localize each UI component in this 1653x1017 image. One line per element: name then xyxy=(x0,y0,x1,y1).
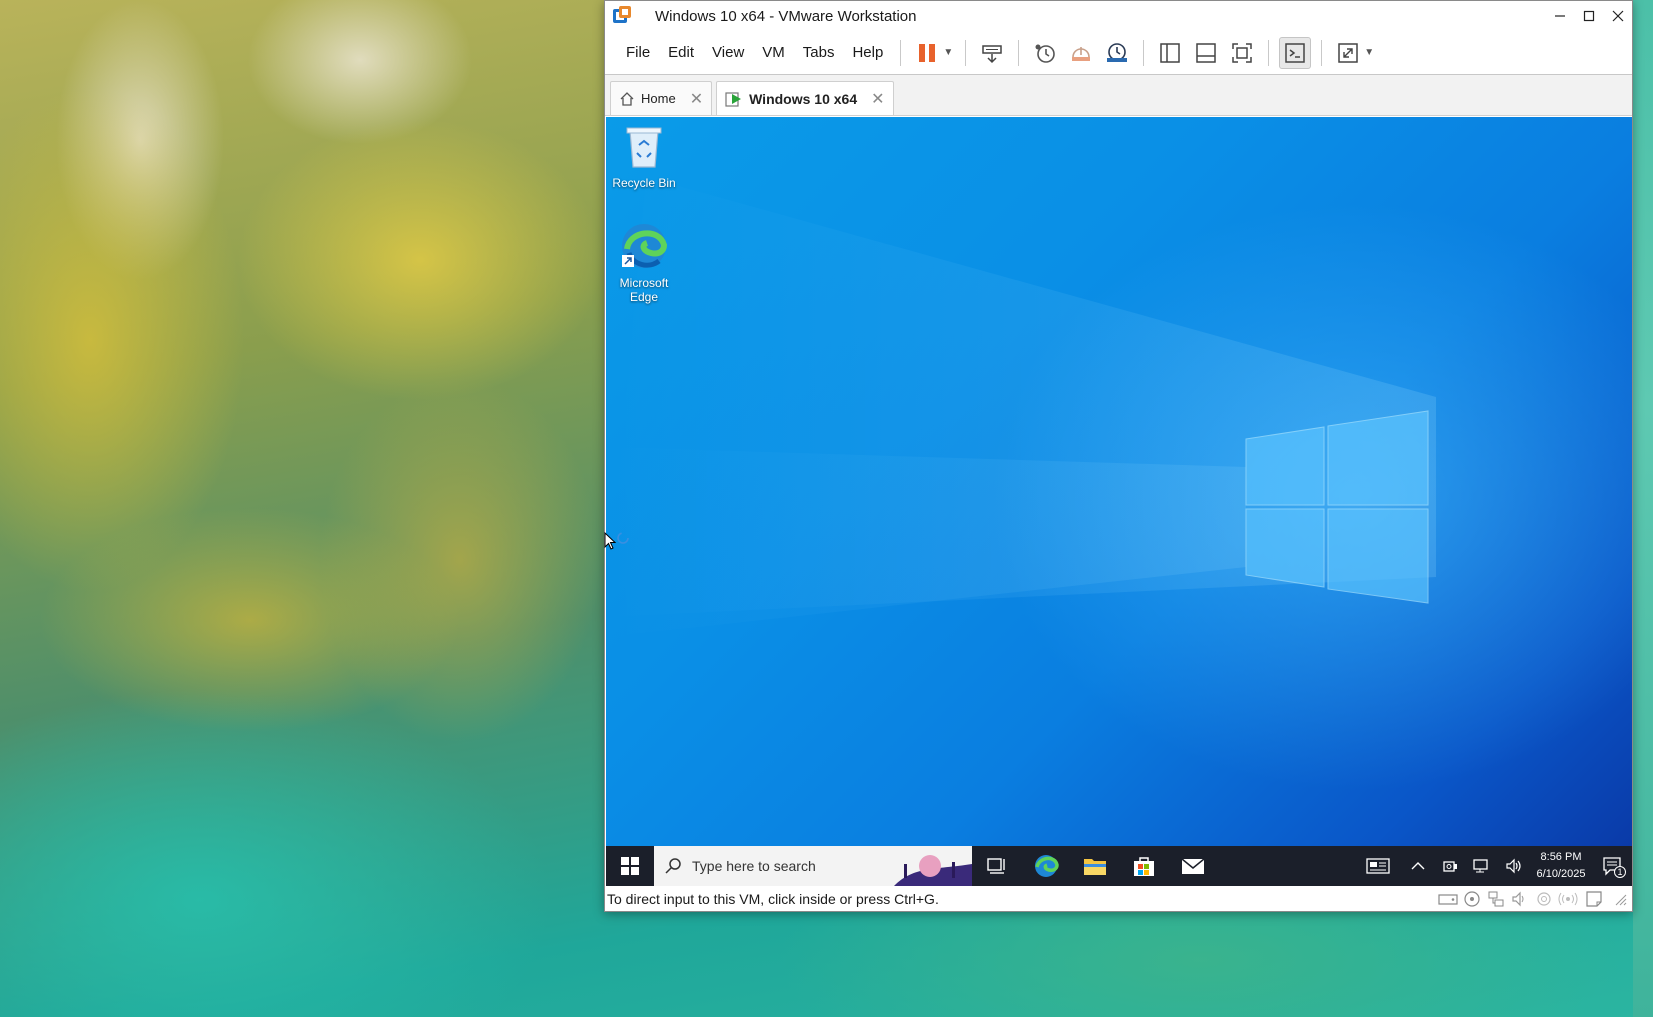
tab-windows-10-x64[interactable]: Windows 10 x64 ✕ xyxy=(716,81,894,115)
stretch-dropdown-icon[interactable]: ▼ xyxy=(1364,47,1374,58)
clock-time: 8:56 PM xyxy=(1540,851,1582,863)
power-dropdown-icon[interactable]: ▼ xyxy=(943,47,953,58)
cd-dvd-status-icon[interactable] xyxy=(1460,886,1484,911)
tab-home-label: Home xyxy=(641,91,676,106)
volume-button[interactable] xyxy=(1498,846,1530,886)
mouse-cursor-busy-icon xyxy=(604,532,629,550)
system-tray: 8:56 PM 6/10/2025 1 xyxy=(1354,846,1632,886)
network-button[interactable] xyxy=(1466,846,1498,886)
message-log-icon[interactable] xyxy=(1580,886,1608,911)
wireless-status-icon[interactable] xyxy=(1556,886,1580,911)
search-placeholder: Type here to search xyxy=(692,858,816,874)
windows-start-icon xyxy=(621,857,639,875)
search-highlight-art xyxy=(894,846,972,886)
menu-help[interactable]: Help xyxy=(843,38,892,68)
library-icon[interactable] xyxy=(1154,37,1186,69)
host-desktop-wallpaper-edge xyxy=(1633,0,1653,1017)
notification-count-badge: 1 xyxy=(1614,866,1626,878)
tab-home[interactable]: Home ✕ xyxy=(610,81,713,115)
task-view-button[interactable] xyxy=(972,846,1021,886)
recycle-bin-label: Recycle Bin xyxy=(612,176,676,190)
toolbar-separator xyxy=(1321,39,1323,66)
guest-screen[interactable]: Recycle Bin Microsoft Edge xyxy=(606,117,1632,846)
camera-icon xyxy=(1443,861,1457,872)
toolbar-separator xyxy=(1268,39,1270,66)
volume-icon xyxy=(1506,858,1521,874)
revert-snapshot-icon[interactable] xyxy=(1065,37,1097,69)
news-icon xyxy=(1366,858,1390,874)
hard-disk-status-icon[interactable] xyxy=(1436,886,1460,911)
thumbnail-bar-icon[interactable] xyxy=(1190,37,1222,69)
resize-grip-icon[interactable] xyxy=(1608,886,1632,911)
menu-tabs[interactable]: Tabs xyxy=(794,38,844,68)
chevron-up-icon xyxy=(1411,862,1425,870)
toolbar-separator xyxy=(900,39,902,66)
snapshot-icon[interactable] xyxy=(1029,37,1061,69)
menu-toolbar-bar: File Edit View VM Tabs Help ▼ ▼ xyxy=(605,31,1632,75)
taskbar-edge-button[interactable] xyxy=(1021,846,1070,886)
taskbar-mail-button[interactable] xyxy=(1168,846,1217,886)
menu-vm[interactable]: VM xyxy=(753,38,794,68)
file-explorer-icon xyxy=(1083,859,1106,875)
taskbar-file-explorer-button[interactable] xyxy=(1070,846,1119,886)
vmware-window: Windows 10 x64 - VMware Workstation File… xyxy=(604,0,1633,912)
windows-wallpaper-art xyxy=(606,177,1436,637)
snapshot-manager-icon[interactable] xyxy=(1101,37,1133,69)
mail-icon xyxy=(1181,858,1204,874)
toolbar-separator xyxy=(965,39,967,66)
maximize-button[interactable] xyxy=(1574,1,1603,31)
action-center-button[interactable]: 1 xyxy=(1592,846,1632,886)
edge-icon xyxy=(1034,855,1059,877)
network-icon xyxy=(1473,859,1488,873)
vmware-app-icon xyxy=(613,6,633,26)
task-view-icon xyxy=(986,858,1005,874)
toolbar-separator xyxy=(1018,39,1020,66)
meet-now-button[interactable] xyxy=(1434,846,1466,886)
menu-file[interactable]: File xyxy=(617,38,659,68)
guest-taskbar: Type here to search 8:56 PM 6/10/2025 1 xyxy=(606,846,1632,886)
title-bar[interactable]: Windows 10 x64 - VMware Workstation xyxy=(605,1,1632,31)
vm-running-icon xyxy=(725,90,743,108)
search-icon xyxy=(665,858,681,874)
taskbar-clock[interactable]: 8:56 PM 6/10/2025 xyxy=(1530,849,1592,883)
tab-windows-10-x64-close-icon[interactable]: ✕ xyxy=(871,89,884,109)
home-icon xyxy=(619,91,635,107)
tabs-row: Home ✕ Windows 10 x64 ✕ xyxy=(605,75,1632,116)
network-adapter-status-icon[interactable] xyxy=(1484,886,1508,911)
close-button[interactable] xyxy=(1603,1,1632,31)
recycle-bin-icon xyxy=(626,127,662,168)
menu-edit[interactable]: Edit xyxy=(659,38,703,68)
status-bar: To direct input to this VM, click inside… xyxy=(605,886,1632,911)
tab-home-close-icon[interactable]: ✕ xyxy=(690,89,703,109)
news-widget-button[interactable] xyxy=(1354,846,1402,886)
full-screen-icon[interactable] xyxy=(1226,37,1258,69)
desktop-icon-recycle-bin[interactable]: Recycle Bin xyxy=(606,123,684,190)
status-message: To direct input to this VM, click inside… xyxy=(607,890,939,907)
clock-date: 6/10/2025 xyxy=(1536,868,1586,880)
console-view-icon[interactable] xyxy=(1279,36,1312,69)
desktop-icon-microsoft-edge[interactable]: Microsoft Edge xyxy=(606,221,684,304)
show-hidden-icons-button[interactable] xyxy=(1402,846,1434,886)
toolbar-separator xyxy=(1143,39,1145,66)
window-title: Windows 10 x64 - VMware Workstation xyxy=(655,7,917,25)
taskbar-store-button[interactable] xyxy=(1119,846,1168,886)
stretch-guest-icon[interactable] xyxy=(1332,37,1364,69)
pause-icon[interactable] xyxy=(911,37,943,69)
microsoft-edge-label: Microsoft Edge xyxy=(619,276,669,304)
minimize-button[interactable] xyxy=(1545,1,1574,31)
edge-icon xyxy=(622,224,668,268)
send-ctrl-alt-del-icon[interactable] xyxy=(976,37,1008,69)
menu-view[interactable]: View xyxy=(703,38,753,68)
start-button[interactable] xyxy=(606,846,654,886)
store-icon xyxy=(1133,857,1154,876)
sound-card-status-icon[interactable] xyxy=(1508,886,1532,911)
tab-windows-10-x64-label: Windows 10 x64 xyxy=(749,90,858,107)
taskbar-search-box[interactable]: Type here to search xyxy=(654,846,972,886)
usb-status-icon[interactable] xyxy=(1532,886,1556,911)
